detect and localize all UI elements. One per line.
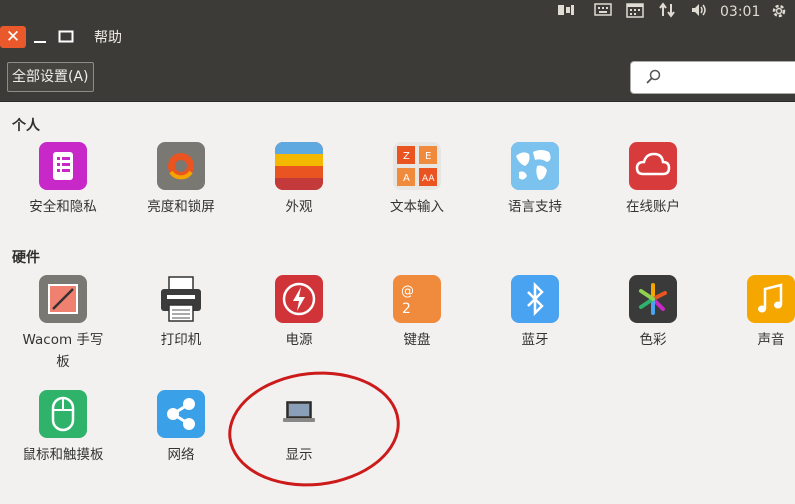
title-bar: ✕ 帮助 bbox=[0, 24, 795, 52]
search-icon bbox=[645, 68, 663, 90]
highlight-annotation-circle bbox=[222, 363, 406, 495]
volume-icon[interactable] bbox=[688, 2, 710, 22]
item-online-accounts[interactable]: 在线账户 bbox=[594, 142, 712, 218]
item-label: 安全和隐私 bbox=[29, 199, 97, 215]
item-label: 网络 bbox=[167, 447, 195, 463]
item-power[interactable]: 电源 bbox=[240, 275, 358, 351]
section-title-personal: 个人 bbox=[12, 118, 40, 134]
tray-icon[interactable] bbox=[556, 2, 576, 22]
close-button[interactable]: ✕ bbox=[0, 26, 26, 48]
item-label: 电源 bbox=[285, 332, 313, 348]
item-label: 声音 bbox=[757, 332, 785, 348]
item-color[interactable]: 色彩 bbox=[594, 275, 712, 351]
clock[interactable]: 03:01 bbox=[720, 2, 760, 22]
item-printer[interactable]: 打印机 bbox=[122, 275, 240, 351]
item-network[interactable]: 网络 bbox=[122, 390, 240, 466]
item-label: 色彩 bbox=[639, 332, 667, 348]
text-entry-icon: Z E A AA bbox=[393, 142, 441, 190]
svg-text:2: 2 bbox=[402, 301, 411, 317]
svg-text:@: @ bbox=[401, 284, 414, 299]
item-keyboard[interactable]: @2 键盘 bbox=[358, 275, 476, 351]
wacom-tablet-icon bbox=[39, 275, 87, 323]
item-label: 键盘 bbox=[403, 332, 431, 348]
item-language-support[interactable]: 语言支持 bbox=[476, 142, 594, 218]
calendar-icon[interactable] bbox=[624, 2, 646, 22]
item-label: 亮度和锁屏 bbox=[147, 199, 215, 215]
section-title-hardware: 硬件 bbox=[12, 250, 40, 266]
bluetooth-icon bbox=[511, 275, 559, 323]
all-settings-button[interactable]: 全部设置(A) bbox=[7, 62, 94, 92]
item-label: 文本输入 bbox=[390, 199, 444, 215]
gear-icon[interactable] bbox=[768, 2, 790, 22]
mouse-touchpad-icon bbox=[39, 390, 87, 438]
item-label: 在线账户 bbox=[626, 199, 680, 215]
item-sound[interactable]: 声音 bbox=[712, 275, 795, 351]
item-label: Wacom 手写 板 bbox=[4, 329, 122, 373]
item-label: 外观 bbox=[285, 199, 313, 215]
item-text-entry[interactable]: Z E A AA 文本输入 bbox=[358, 142, 476, 218]
svg-text:A: A bbox=[403, 173, 410, 184]
item-mouse-touchpad[interactable]: 鼠标和触摸板 bbox=[4, 390, 122, 466]
item-brightness-lock[interactable]: 亮度和锁屏 bbox=[122, 142, 240, 218]
item-wacom-tablet[interactable]: Wacom 手写 板 bbox=[4, 275, 122, 373]
online-accounts-icon bbox=[629, 142, 677, 190]
item-label: 语言支持 bbox=[508, 199, 562, 215]
security-privacy-icon bbox=[39, 142, 87, 190]
minimize-button[interactable] bbox=[28, 26, 52, 48]
toolbar: 全部设置(A) bbox=[0, 52, 795, 102]
item-label-line: 板 bbox=[56, 354, 70, 370]
item-label: 蓝牙 bbox=[521, 332, 549, 348]
sound-icon bbox=[747, 275, 795, 323]
item-label: 打印机 bbox=[160, 332, 202, 348]
item-appearance[interactable]: 外观 bbox=[240, 142, 358, 218]
brightness-lock-icon bbox=[157, 142, 205, 190]
power-icon bbox=[275, 275, 323, 323]
svg-text:AA: AA bbox=[422, 174, 435, 184]
item-bluetooth[interactable]: 蓝牙 bbox=[476, 275, 594, 351]
maximize-button[interactable] bbox=[54, 26, 78, 48]
keyboard-icon: @2 bbox=[393, 275, 441, 323]
color-icon bbox=[629, 275, 677, 323]
svg-text:Z: Z bbox=[403, 151, 410, 162]
search-input[interactable] bbox=[630, 61, 795, 94]
keyboard-icon[interactable] bbox=[593, 2, 613, 22]
language-support-icon bbox=[511, 142, 559, 190]
item-label: 鼠标和触摸板 bbox=[22, 447, 104, 463]
svg-text:E: E bbox=[425, 151, 431, 162]
menu-help[interactable]: 帮助 bbox=[94, 29, 122, 47]
appearance-icon bbox=[275, 142, 323, 190]
item-label-line: Wacom 手写 bbox=[22, 332, 104, 348]
printer-icon bbox=[157, 275, 205, 323]
item-security-privacy[interactable]: 安全和隐私 bbox=[4, 142, 122, 218]
network-icon bbox=[157, 390, 205, 438]
top-panel: 03:01 bbox=[0, 0, 795, 24]
network-icon[interactable] bbox=[656, 2, 678, 22]
